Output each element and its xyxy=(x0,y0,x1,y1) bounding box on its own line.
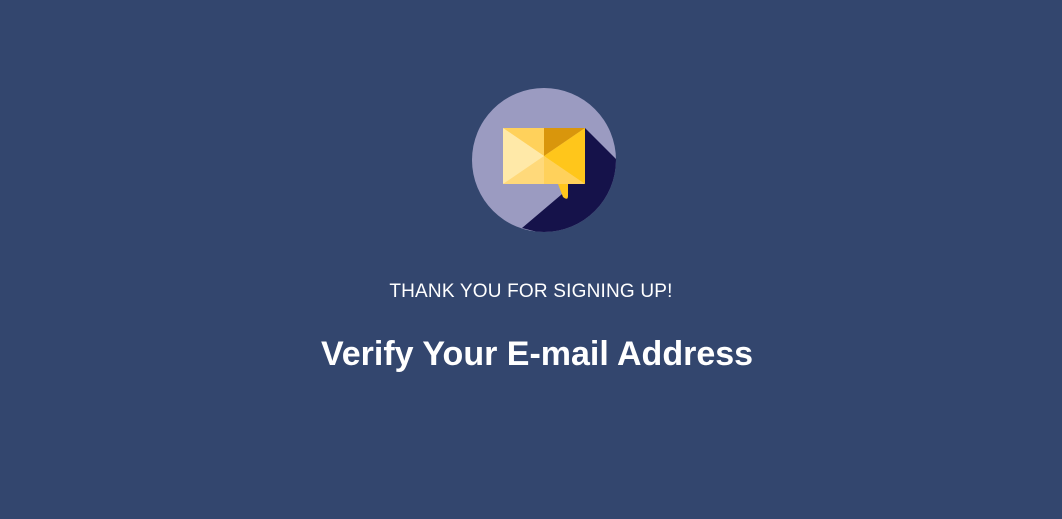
page-title: Verify Your E-mail Address xyxy=(320,335,754,373)
email-envelope-icon xyxy=(472,88,616,232)
verification-page: THANK YOU FOR SIGNING UP! Verify Your E-… xyxy=(0,0,1062,519)
signup-thank-you-text: THANK YOU FOR SIGNING UP! xyxy=(389,281,673,302)
